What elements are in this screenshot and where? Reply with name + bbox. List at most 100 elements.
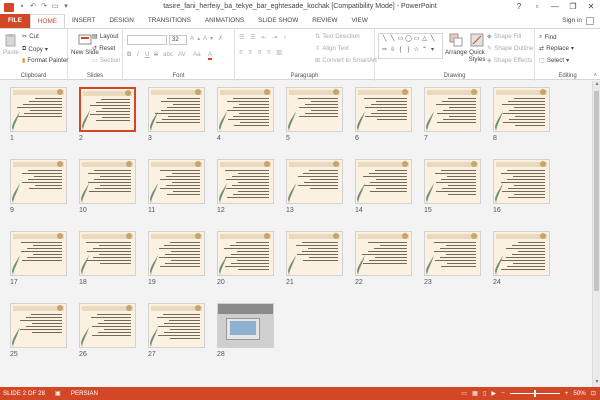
slide-preview[interactable] [10, 159, 67, 204]
shadow-button[interactable]: abc [163, 51, 173, 58]
font-name-box[interactable] [127, 35, 167, 45]
slide-preview[interactable] [217, 159, 274, 204]
layout-button[interactable]: ▤ Layout [92, 33, 118, 40]
slide-preview[interactable] [424, 87, 481, 132]
slide-thumbnail[interactable]: 15 [424, 159, 481, 214]
slide-preview[interactable] [493, 159, 550, 204]
sign-in[interactable]: Sign in [562, 14, 594, 28]
slide-thumbnail[interactable]: 12 [217, 159, 274, 214]
paste-button[interactable]: Paste [3, 33, 19, 56]
slide-thumbnail[interactable]: 10 [79, 159, 136, 214]
slide-thumbnail[interactable]: 22 [355, 231, 412, 286]
start-slideshow-icon[interactable]: ▭ [51, 3, 59, 11]
font-color-button[interactable]: A [208, 51, 213, 60]
arrow-shape-icon[interactable]: ⇩ [389, 47, 396, 53]
brace-shape-icon[interactable]: } [405, 47, 412, 53]
slide-thumbnail[interactable]: 2 [79, 87, 136, 142]
slide-thumbnail[interactable]: 28 [217, 303, 274, 358]
slide-preview[interactable] [10, 303, 67, 348]
maximize-button[interactable]: ❐ [564, 0, 582, 14]
slide-thumbnail[interactable]: 20 [217, 231, 274, 286]
rectangle-shape-icon[interactable]: ▭ [413, 36, 420, 42]
slide-preview[interactable] [79, 87, 136, 132]
slide-preview[interactable] [148, 231, 205, 276]
slide-thumbnail[interactable]: 19 [148, 231, 205, 286]
slide-preview[interactable] [10, 87, 67, 132]
slide-thumbnail[interactable]: 24 [493, 231, 550, 286]
slide-thumbnail[interactable]: 21 [286, 231, 343, 286]
shapes-gallery[interactable]: ╲ ╲ ▭ ◯ ▭ △ ╲ ⇨ ⇩{} ☆ ⌃ ▾ [378, 33, 443, 59]
slide-preview[interactable] [148, 87, 205, 132]
slide-thumbnail[interactable]: 23 [424, 231, 481, 286]
reading-view-icon[interactable]: ▯ [483, 390, 486, 397]
slide-thumbnail[interactable]: 5 [286, 87, 343, 142]
close-button[interactable]: ✕ [582, 0, 600, 14]
clear-formatting-icon[interactable]: ✗ [218, 35, 223, 42]
avatar[interactable] [586, 17, 594, 25]
slide-preview[interactable] [424, 159, 481, 204]
slide-preview[interactable] [493, 231, 550, 276]
zoom-level[interactable]: 50% [573, 390, 585, 397]
slide-preview[interactable] [217, 231, 274, 276]
fit-slide-icon[interactable]: ⊡ [591, 390, 596, 397]
arrange-button[interactable]: Arrange [445, 33, 467, 56]
underline-button[interactable]: U [145, 51, 149, 58]
slide-preview[interactable] [286, 231, 343, 276]
star-shape-icon[interactable]: ☆ [413, 47, 420, 53]
slide-preview[interactable] [148, 159, 205, 204]
scroll-more-icon[interactable]: ▾ [429, 47, 436, 53]
slide-thumbnail[interactable]: 16 [493, 159, 550, 214]
customize-qat-icon[interactable]: ▾ [62, 3, 70, 11]
slide-preview[interactable] [79, 303, 136, 348]
shape-effects-button[interactable]: ◈ Shape Effects [487, 57, 532, 64]
proofing-icon[interactable]: ▣ [55, 390, 61, 397]
tab-home[interactable]: HOME [29, 14, 66, 28]
copy-button[interactable]: ⧉ Copy ▾ [22, 45, 48, 53]
tab-transitions[interactable]: TRANSITIONS [141, 14, 198, 28]
slide-sorter-icon[interactable]: ▦ [472, 390, 478, 397]
language-indicator[interactable]: PERSIAN [71, 390, 98, 397]
slide-thumbnail[interactable]: 17 [10, 231, 67, 286]
align-icon[interactable]: ≡ ≡ ≡ ≡ ▥ [239, 49, 284, 56]
bold-button[interactable]: B [127, 51, 131, 58]
strikethrough-button[interactable]: S [154, 51, 158, 58]
cut-button[interactable]: ✂ Cut [22, 33, 39, 40]
convert-smartart-button[interactable]: ⊞ Convert to SmartArt [315, 57, 377, 64]
scroll-thumb[interactable] [594, 91, 599, 291]
ribbon-display-icon[interactable]: ▫ [528, 0, 546, 14]
slide-thumbnail[interactable]: 27 [148, 303, 205, 358]
find-button[interactable]: ⌕ Find [539, 33, 557, 41]
slide-preview[interactable] [355, 231, 412, 276]
slide-thumbnail[interactable]: 8 [493, 87, 550, 142]
redo-icon[interactable]: ↷ [40, 3, 48, 11]
select-button[interactable]: ⬚ Select ▾ [539, 57, 569, 64]
vertical-scrollbar[interactable]: ▲ ▼ [592, 81, 600, 387]
slide-thumbnail[interactable]: 6 [355, 87, 412, 142]
tab-slide-show[interactable]: SLIDE SHOW [251, 14, 305, 28]
line-shape-icon[interactable]: ╲ [389, 36, 396, 42]
slide-thumbnail[interactable]: 14 [355, 159, 412, 214]
grow-font-button[interactable]: A ▲ [190, 35, 201, 42]
oval-shape-icon[interactable]: ◯ [405, 36, 412, 42]
tab-animations[interactable]: ANIMATIONS [198, 14, 251, 28]
slide-thumbnail[interactable]: 26 [79, 303, 136, 358]
brace-shape-icon[interactable]: { [397, 47, 404, 53]
slide-thumbnail[interactable]: 4 [217, 87, 274, 142]
zoom-slider[interactable] [509, 390, 560, 397]
scroll-up-icon[interactable]: ▲ [593, 81, 600, 89]
slide-preview[interactable] [79, 231, 136, 276]
arrow-shape-icon[interactable]: ⇨ [381, 47, 388, 53]
tab-review[interactable]: REVIEW [305, 14, 344, 28]
text-direction-button[interactable]: ⇅ Text Direction [315, 33, 360, 40]
section-button[interactable]: ▭ Section [92, 57, 121, 64]
slide-preview[interactable] [286, 87, 343, 132]
zoom-slider-knob[interactable] [533, 390, 536, 397]
help-button[interactable]: ? [510, 0, 528, 14]
replace-button[interactable]: ⇄ Replace ▾ [539, 45, 574, 52]
slide-preview[interactable] [493, 87, 550, 132]
slide-thumbnail[interactable]: 7 [424, 87, 481, 142]
scroll-down-icon[interactable]: ▼ [593, 379, 600, 387]
slide-thumbnail[interactable]: 25 [10, 303, 67, 358]
slide-preview[interactable] [424, 231, 481, 276]
slide-thumbnail[interactable]: 1 [10, 87, 67, 142]
